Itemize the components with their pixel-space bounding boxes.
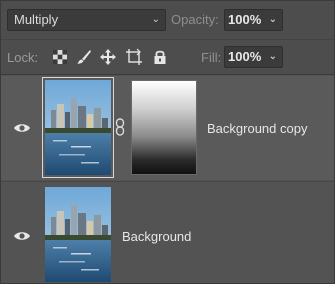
layer-name: Background copy xyxy=(207,121,308,136)
layer-thumbnail xyxy=(45,187,111,282)
fill-value: 100% xyxy=(228,49,262,64)
opacity-field[interactable]: 100% ⌄ xyxy=(224,9,283,31)
opacity-value: 100% xyxy=(228,12,262,27)
chevron-down-icon: ⌄ xyxy=(151,14,160,25)
lock-image-pixels-icon[interactable] xyxy=(75,48,93,66)
lock-transparent-pixels-icon[interactable] xyxy=(51,48,69,66)
chain-link-icon[interactable] xyxy=(115,118,125,136)
chevron-down-icon: ⌄ xyxy=(268,14,277,25)
layer-name: Background xyxy=(122,229,192,244)
prevent-autonest-icon[interactable] xyxy=(125,48,143,66)
lock-all-icon[interactable] xyxy=(151,48,169,66)
layer-mask-thumbnail[interactable] xyxy=(131,80,197,175)
lock-label: Lock: xyxy=(7,50,39,65)
opacity-label: Opacity: xyxy=(171,12,219,27)
fill-field[interactable]: 100% ⌄ xyxy=(224,46,283,68)
lock-position-icon[interactable] xyxy=(99,48,117,66)
blend-mode-value: Multiply xyxy=(14,12,59,27)
layers-panel: Multiply ⌄ Opacity: 100% ⌄ Lock: Fill: 1… xyxy=(0,0,335,284)
layer-row-background[interactable]: Background xyxy=(1,181,334,283)
layer-row-background-copy[interactable]: Background copy xyxy=(1,76,334,180)
chevron-down-icon: ⌄ xyxy=(268,51,277,62)
lock-fill-bar: Lock: Fill: 100% ⌄ xyxy=(1,39,334,75)
eye-visibility-icon[interactable] xyxy=(13,122,31,134)
fill-label: Fill: xyxy=(201,50,222,65)
layer-thumbnail xyxy=(42,77,114,178)
blend-mode-dropdown[interactable]: Multiply ⌄ xyxy=(7,9,166,31)
blend-opacity-bar: Multiply ⌄ Opacity: 100% ⌄ xyxy=(1,1,334,39)
eye-visibility-icon[interactable] xyxy=(13,230,31,242)
